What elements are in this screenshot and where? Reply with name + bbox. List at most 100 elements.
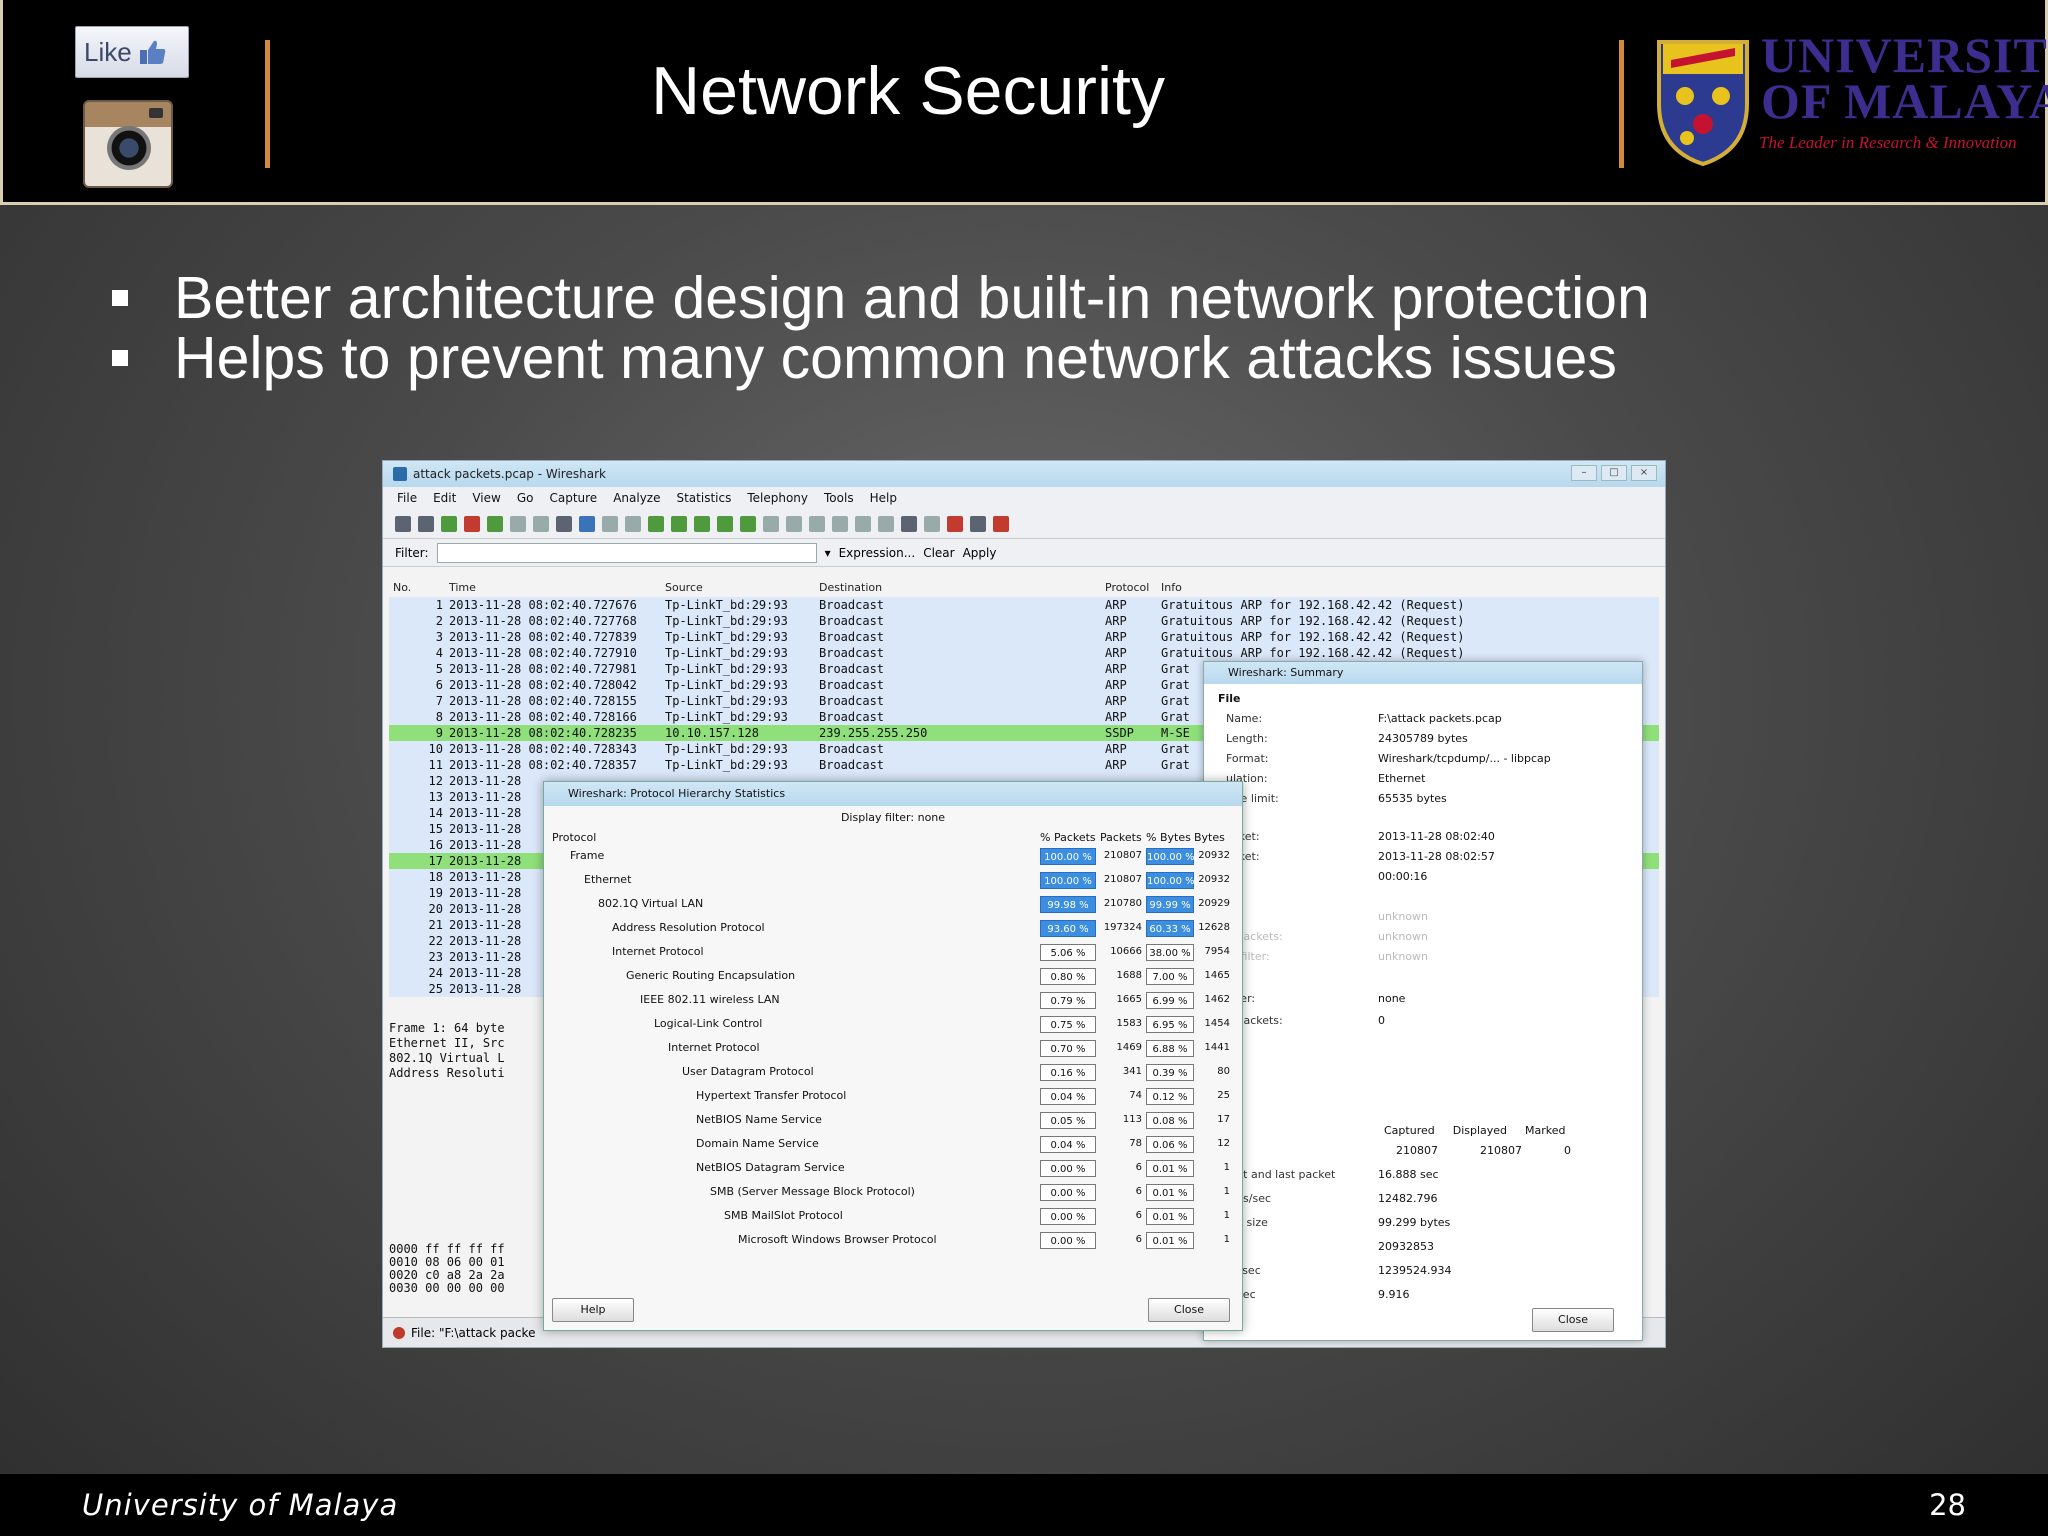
zoom-out-icon[interactable] — [832, 515, 848, 532]
print-icon[interactable] — [602, 515, 618, 532]
expression-button[interactable]: Expression... — [839, 546, 916, 560]
packet-cell-no: 9 — [435, 726, 443, 740]
table-row[interactable]: IEEE 802.11 wireless LAN 0.79 % 1665 6.99 %… — [552, 988, 1230, 1012]
hierarchy-close-button[interactable]: Close — [1148, 1298, 1230, 1322]
go-forward-icon[interactable] — [671, 515, 687, 532]
minimize-icon[interactable]: – — [1571, 465, 1597, 481]
apply-button[interactable]: Apply — [963, 546, 997, 560]
menu-item-capture[interactable]: Capture — [549, 491, 597, 505]
column-header[interactable]: Source — [665, 581, 819, 597]
interface-list-icon[interactable] — [395, 515, 411, 532]
table-row[interactable]: Frame 100.00 % 210807 100.00 % 20932 — [552, 844, 1230, 868]
save-file-icon[interactable] — [533, 515, 549, 532]
table-row[interactable]: Ethernet 100.00 % 210807 100.00 % 20932 — [552, 868, 1230, 892]
expert-info-icon[interactable] — [393, 1326, 405, 1339]
table-row[interactable]: Logical-Link Control 0.75 % 1583 6.95 % 1454 — [552, 1012, 1230, 1036]
menu-item-go[interactable]: Go — [517, 491, 534, 505]
table-row[interactable]: Hypertext Transfer Protocol 0.04 % 74 0.12 … — [552, 1084, 1230, 1108]
table-row[interactable]: SMB (Server Message Block Protocol) 0.00 … — [552, 1180, 1230, 1204]
filter-input[interactable] — [436, 542, 817, 563]
go-back-icon[interactable] — [648, 515, 664, 532]
table-row[interactable]: Internet Protocol 0.70 % 1469 6.88 % 1441 — [552, 1036, 1230, 1060]
table-row[interactable]: Address Resolution Protocol 93.60 % 197324… — [552, 916, 1230, 940]
bytes-count: 1454 — [1204, 1018, 1230, 1029]
summary-col-header[interactable]: Displayed — [1453, 1124, 1507, 1137]
summary-row: l:00:00:16 — [1226, 870, 1626, 883]
university-wordmark: UNIVERSITY OF MALAYA — [1761, 30, 2048, 126]
menu-item-statistics[interactable]: Statistics — [676, 491, 731, 505]
table-row[interactable]: NetBIOS Datagram Service 0.00 % 6 0.01 % 1 — [552, 1156, 1230, 1180]
instagram-icon[interactable] — [83, 100, 173, 188]
filter-dropdown-icon[interactable]: ▾ — [825, 546, 831, 560]
start-capture-icon[interactable] — [441, 515, 457, 532]
packet-cell-src: Tp-LinkT_bd:29:93 — [665, 646, 788, 660]
column-header[interactable]: No. — [389, 581, 449, 597]
hierarchy-help-button[interactable]: Help — [552, 1298, 634, 1322]
menu-item-help[interactable]: Help — [870, 491, 897, 505]
table-row[interactable]: 802.1Q Virtual LAN 99.98 % 210780 99.99 % 20… — [552, 892, 1230, 916]
menu-item-view[interactable]: View — [472, 491, 500, 505]
help-icon[interactable] — [993, 515, 1009, 532]
coloring-rules-icon[interactable] — [947, 515, 963, 532]
autoscroll-icon[interactable] — [786, 515, 802, 532]
menu-item-file[interactable]: File — [397, 491, 417, 505]
menu-item-telephony[interactable]: Telephony — [747, 491, 808, 505]
bytes-count: 12628 — [1198, 922, 1230, 933]
go-to-packet-icon[interactable] — [694, 515, 710, 532]
close-icon[interactable]: × — [1631, 465, 1657, 481]
detail-line[interactable]: 802.1Q Virtual L — [389, 1051, 539, 1066]
table-row[interactable]: 1 2013-11-28 08:02:40.727676 Tp-LinkT_bd:2… — [389, 597, 1659, 613]
camera-flash — [149, 108, 163, 118]
open-file-icon[interactable] — [510, 515, 526, 532]
find-packet-icon[interactable] — [625, 515, 641, 532]
packets-count: 78 — [1129, 1138, 1142, 1149]
table-row[interactable]: Domain Name Service 0.04 % 78 0.06 % 12 — [552, 1132, 1230, 1156]
go-first-icon[interactable] — [717, 515, 733, 532]
detail-line[interactable]: Address Resoluti — [389, 1066, 539, 1081]
column-header[interactable]: Protocol — [1105, 581, 1161, 597]
summary-col-header[interactable]: Marked — [1525, 1124, 1565, 1137]
packet-cell-no: 5 — [435, 662, 443, 676]
table-row[interactable]: 4 2013-11-28 08:02:40.727910 Tp-LinkT_bd:2… — [389, 645, 1659, 661]
capture-filters-icon[interactable] — [901, 515, 917, 532]
table-row[interactable]: Microsoft Windows Browser Protocol 0.00 %… — [552, 1228, 1230, 1252]
capture-options-icon[interactable] — [418, 515, 434, 532]
menu-item-analyze[interactable]: Analyze — [613, 491, 660, 505]
percent-packets-bar: 0.04 % — [1040, 1136, 1096, 1153]
table-row[interactable]: Internet Protocol 5.06 % 10666 38.00 % 7954 — [552, 940, 1230, 964]
packet-cell-dst: Broadcast — [819, 614, 885, 628]
stop-capture-icon[interactable] — [464, 515, 480, 532]
menu-item-edit[interactable]: Edit — [433, 491, 456, 505]
slide-footer: University of Malaya 28 — [0, 1474, 2048, 1536]
summary-col-header[interactable]: Captured — [1384, 1124, 1435, 1137]
table-row[interactable]: SMB MailSlot Protocol 0.00 % 6 0.01 % 1 — [552, 1204, 1230, 1228]
clear-button[interactable]: Clear — [923, 546, 954, 560]
column-header[interactable]: Destination — [819, 581, 1105, 597]
summary-close-button[interactable]: Close — [1532, 1308, 1614, 1332]
column-header[interactable]: Info — [1161, 581, 1659, 597]
restart-capture-icon[interactable] — [487, 515, 503, 532]
table-row[interactable]: 2 2013-11-28 08:02:40.727768 Tp-LinkT_bd:2… — [389, 613, 1659, 629]
display-filters-icon[interactable] — [924, 515, 940, 532]
zoom-in-icon[interactable] — [809, 515, 825, 532]
table-row[interactable]: User Datagram Protocol 0.16 % 341 0.39 % 80 — [552, 1060, 1230, 1084]
colorize-icon[interactable] — [763, 515, 779, 532]
detail-line[interactable]: Frame 1: 64 byte — [389, 1021, 539, 1036]
resize-columns-icon[interactable] — [878, 515, 894, 532]
table-row[interactable]: 3 2013-11-28 08:02:40.727839 Tp-LinkT_bd:2… — [389, 629, 1659, 645]
go-last-icon[interactable] — [740, 515, 756, 532]
preferences-icon[interactable] — [970, 515, 986, 532]
column-header[interactable]: Time — [449, 581, 665, 597]
packets-count: 1665 — [1116, 994, 1142, 1005]
packet-cell-proto: ARP — [1105, 598, 1127, 612]
bullet-item: Better architecture design and built-in … — [110, 268, 1650, 328]
menu-item-tools[interactable]: Tools — [824, 491, 854, 505]
close-file-icon[interactable] — [556, 515, 572, 532]
maximize-icon[interactable]: □ — [1601, 465, 1627, 481]
zoom-normal-icon[interactable] — [855, 515, 871, 532]
table-row[interactable]: Generic Routing Encapsulation 0.80 % 1688 7… — [552, 964, 1230, 988]
detail-line[interactable]: Ethernet II, Src — [389, 1036, 539, 1051]
table-row[interactable]: NetBIOS Name Service 0.05 % 113 0.08 % 17 — [552, 1108, 1230, 1132]
facebook-like-button[interactable]: Like — [75, 26, 189, 78]
reload-icon[interactable] — [579, 515, 595, 532]
